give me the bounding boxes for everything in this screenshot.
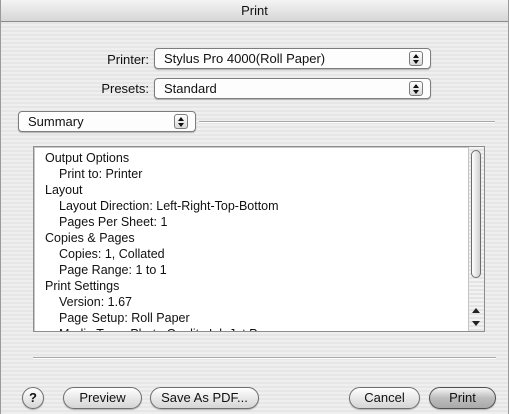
presets-popup-value: Standard <box>164 81 217 96</box>
summary-list: Output Options Print to: Printer Layout Lay… <box>45 150 465 331</box>
cancel-button[interactable]: Cancel <box>349 387 420 409</box>
section-divider <box>199 121 495 123</box>
print-dialog: Print Printer: Stylus Pro 4000(Roll Pape… <box>0 0 509 414</box>
footer-divider <box>33 357 496 359</box>
summary-section-heading: Layout <box>45 183 83 197</box>
summary-list-box[interactable]: Output Options Print to: Printer Layout Lay… <box>33 146 485 332</box>
summary-section-heading: Print Settings <box>45 279 120 293</box>
print-button[interactable]: Print <box>429 387 496 409</box>
vertical-scrollbar[interactable] <box>468 147 484 331</box>
printer-label: Printer: <box>107 52 149 67</box>
help-button[interactable]: ? <box>22 387 44 409</box>
scroll-up-arrow-icon[interactable] <box>472 308 480 313</box>
summary-item: Pages Per Sheet: 1 <box>59 215 168 229</box>
pane-selector-popup[interactable]: Summary <box>18 111 196 132</box>
summary-item: Page Setup: Roll Paper <box>59 311 190 325</box>
summary-item: Version: 1.67 <box>59 295 132 309</box>
printer-popup-value: Stylus Pro 4000(Roll Paper) <box>164 51 326 66</box>
summary-item: Media Type: Photo Quality Ink Jet Paper <box>45 326 465 331</box>
popup-arrows-icon <box>174 114 188 129</box>
summary-item: Layout Direction: Left-Right-Top-Bottom <box>59 199 279 213</box>
presets-popup[interactable]: Standard <box>154 78 431 99</box>
save-as-pdf-button[interactable]: Save As PDF... <box>150 387 259 409</box>
preview-button[interactable]: Preview <box>63 387 142 409</box>
pane-selector-value: Summary <box>28 114 84 129</box>
printer-popup[interactable]: Stylus Pro 4000(Roll Paper) <box>154 48 431 69</box>
window-title: Print <box>241 3 268 18</box>
summary-section-heading: Copies & Pages <box>45 231 135 245</box>
summary-section-heading: Output Options <box>45 151 130 165</box>
summary-item: Page Range: 1 to 1 <box>59 263 167 277</box>
summary-item: Print to: Printer <box>59 167 143 181</box>
title-bar: Print <box>1 0 508 22</box>
popup-arrows-icon <box>409 81 423 96</box>
scroll-down-arrow-icon[interactable] <box>472 321 480 326</box>
scroll-thumb[interactable] <box>471 150 481 278</box>
summary-item: Copies: 1, Collated <box>59 247 165 261</box>
popup-arrows-icon <box>409 51 423 66</box>
presets-label: Presets: <box>101 81 149 96</box>
